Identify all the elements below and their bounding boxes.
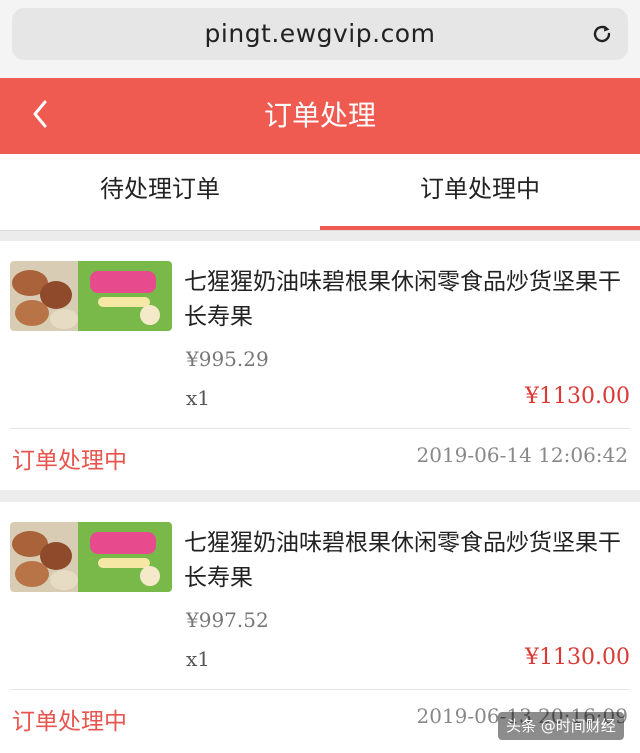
divider (10, 689, 630, 690)
tab-processing-orders[interactable]: 订单处理中 (320, 154, 640, 230)
unit-price: ¥995.29 (186, 347, 269, 371)
unit-price: ¥997.52 (186, 608, 269, 632)
order-card[interactable]: 七猩猩奶油味碧根果休闲零食品炒货坚果干长寿果 ¥995.29 x1 ¥1130.… (0, 241, 640, 490)
watermark: 头条 @时间财经 (498, 712, 624, 740)
order-total: ¥1130.00 (525, 384, 630, 409)
order-tabs: 待处理订单 订单处理中 (0, 154, 640, 231)
app-header: 订单处理 (0, 78, 640, 154)
reload-icon[interactable] (590, 22, 614, 46)
product-thumbnail[interactable] (10, 522, 172, 592)
divider (10, 428, 630, 429)
order-status: 订单处理中 (12, 448, 127, 474)
browser-chrome: pingt.ewgvip.com (0, 0, 640, 78)
product-thumbnail[interactable] (10, 261, 172, 331)
order-status: 订单处理中 (12, 709, 127, 735)
quantity: x1 (186, 386, 211, 410)
url-text[interactable]: pingt.ewgvip.com (12, 8, 628, 60)
quantity: x1 (186, 647, 211, 671)
product-name[interactable]: 七猩猩奶油味碧根果休闲零食品炒货坚果干长寿果 (184, 526, 634, 596)
page-title: 订单处理 (263, 99, 376, 132)
product-name[interactable]: 七猩猩奶油味碧根果休闲零食品炒货坚果干长寿果 (184, 265, 634, 335)
order-time: 2019-06-14 12:06:42 (416, 443, 629, 467)
address-bar[interactable]: pingt.ewgvip.com (12, 8, 628, 60)
order-total: ¥1130.00 (525, 645, 630, 670)
active-tab-indicator (320, 226, 640, 230)
tab-pending-orders[interactable]: 待处理订单 (0, 154, 320, 230)
